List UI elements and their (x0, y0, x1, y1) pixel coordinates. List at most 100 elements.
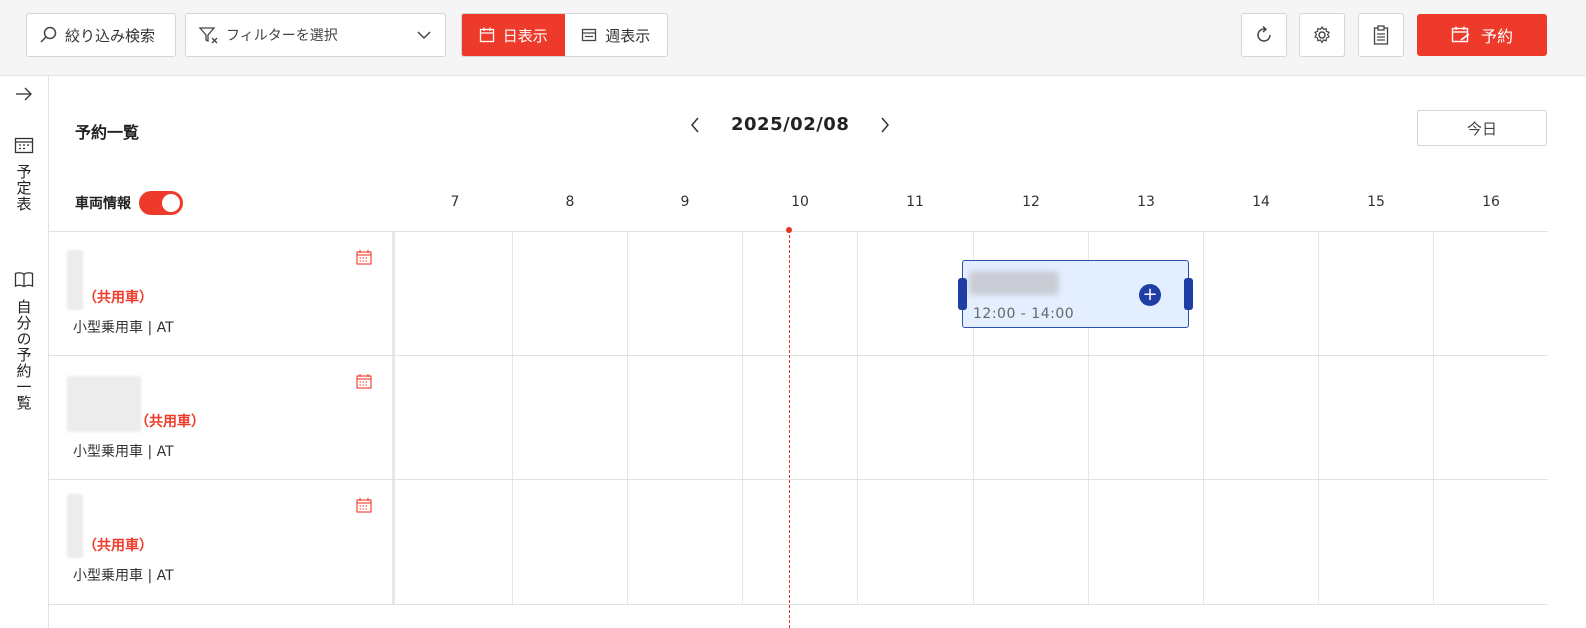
book-icon (14, 272, 34, 288)
refresh-icon (1257, 25, 1271, 42)
vehicle-type: 小型乗用車 | AT (73, 568, 174, 584)
schedule-grid: （共用車） 小型乗用車 | AT （共用車） 小型乗用車 | AT （共用車） … (49, 231, 1548, 605)
chevron-right-icon[interactable] (879, 117, 891, 133)
hour-label: 10 (791, 194, 809, 210)
settings-button[interactable] (1299, 13, 1345, 57)
vehicle-name-redacted (67, 376, 141, 432)
vehicle-name-suffix: （共用車） (83, 290, 153, 306)
grid-line (1088, 356, 1089, 480)
view-toggle: 日表示 週表示 (461, 13, 668, 57)
gear-icon (1314, 25, 1330, 44)
arrow-right-icon (16, 87, 32, 101)
grid-line (512, 232, 513, 356)
grid-line (1318, 356, 1319, 480)
chevron-down-icon (417, 31, 431, 40)
today-button[interactable]: 今日 (1417, 110, 1547, 146)
vehicle-row: （共用車） 小型乗用車 | AT (49, 231, 1548, 356)
filter-placeholder: フィルターを選択 (226, 28, 338, 44)
grid-line (973, 480, 974, 604)
calendar-icon (14, 137, 34, 154)
hour-label: 8 (565, 194, 575, 210)
vehicle-cell[interactable]: （共用車） 小型乗用車 | AT (49, 356, 395, 480)
grid-line (1203, 480, 1204, 604)
vehicle-info-label: 車両情報 (75, 196, 131, 212)
resize-handle-right[interactable] (1184, 278, 1193, 310)
booking-time: 12:00 - 14:00 (973, 306, 1075, 322)
hour-label: 12 (1022, 194, 1040, 210)
clipboard-icon (1373, 25, 1389, 45)
search-icon (40, 26, 57, 43)
day-view-button[interactable]: 日表示 (462, 14, 565, 56)
sidebar-expand-button[interactable] (0, 86, 48, 102)
date-navigator: 2025/02/08 (689, 114, 891, 135)
toggle-knob (162, 194, 180, 212)
sidebar: 予定表 自分の予約一覧 (0, 76, 49, 628)
grid-line (1433, 356, 1434, 480)
booking-block[interactable]: 12:00 - 14:00 + (958, 260, 1193, 328)
grid-line (742, 356, 743, 480)
hour-label: 9 (680, 194, 690, 210)
filter-select[interactable]: フィルターを選択 (185, 13, 446, 57)
grid-line (512, 356, 513, 480)
hour-label: 7 (450, 194, 460, 210)
clipboard-button[interactable] (1358, 13, 1404, 57)
filter-icon (198, 27, 218, 44)
vehicle-row: （共用車） 小型乗用車 | AT (49, 355, 1548, 480)
grid-line (627, 480, 628, 604)
vehicle-info-toggle-group: 車両情報 (75, 191, 183, 215)
current-date: 2025/02/08 (731, 114, 850, 135)
calendar-edit-icon (1451, 26, 1470, 43)
hour-label: 15 (1367, 194, 1385, 210)
vehicle-name-redacted (67, 250, 83, 310)
resize-handle-left[interactable] (958, 278, 967, 310)
grid-line (1088, 480, 1089, 604)
grid-line (1203, 356, 1204, 480)
add-icon[interactable]: + (1139, 284, 1161, 306)
vehicle-info-toggle[interactable] (139, 191, 183, 215)
vehicle-row: （共用車） 小型乗用車 | AT (49, 479, 1548, 605)
page-title: 予約一覧 (75, 123, 140, 142)
hour-label: 14 (1252, 194, 1270, 210)
booking-title-redacted (969, 271, 1059, 295)
grid-line (1203, 232, 1204, 356)
main-content: 予約一覧 2025/02/08 今日 車両情報 7 8 9 10 11 12 1… (49, 76, 1586, 628)
grid-line (857, 480, 858, 604)
grid-line (627, 356, 628, 480)
grid-line (627, 232, 628, 356)
search-button-label: 絞り込み検索 (65, 26, 156, 45)
day-view-label: 日表示 (502, 26, 548, 45)
grid-line (857, 356, 858, 480)
vehicle-cell[interactable]: （共用車） 小型乗用車 | AT (49, 232, 395, 356)
grid-line (1318, 480, 1319, 604)
vehicle-name-suffix: （共用車） (83, 538, 153, 554)
chevron-left-icon[interactable] (689, 117, 701, 133)
vehicle-type: 小型乗用車 | AT (73, 444, 174, 460)
grid-line (512, 480, 513, 604)
grid-line (1433, 232, 1434, 356)
sidebar-item-my-reservations[interactable]: 自分の予約一覧 (0, 271, 48, 411)
top-toolbar: 絞り込み検索 フィルターを選択 日表示 週表示 予約 (0, 0, 1586, 76)
grid-line (973, 356, 974, 480)
vehicle-type: 小型乗用車 | AT (73, 320, 174, 336)
calendar-icon (479, 27, 494, 43)
grid-line (742, 480, 743, 604)
week-calendar-icon (582, 28, 597, 42)
calendar-icon[interactable] (356, 250, 372, 265)
hour-label: 13 (1137, 194, 1155, 210)
calendar-icon[interactable] (356, 374, 372, 389)
calendar-icon[interactable] (356, 498, 372, 513)
reserve-button[interactable]: 予約 (1417, 14, 1547, 56)
vehicle-name-suffix: （共用車） (135, 414, 205, 430)
grid-line (1318, 232, 1319, 356)
current-time-line (789, 230, 790, 628)
reserve-label: 予約 (1480, 27, 1513, 46)
search-button[interactable]: 絞り込み検索 (26, 13, 176, 57)
sidebar-item-label: 予定表 (14, 164, 33, 212)
week-view-button[interactable]: 週表示 (565, 14, 668, 56)
grid-line (857, 232, 858, 356)
hour-label: 11 (906, 194, 924, 210)
vehicle-name-redacted (67, 494, 83, 558)
sidebar-item-schedule[interactable]: 予定表 (0, 136, 48, 212)
vehicle-cell[interactable]: （共用車） 小型乗用車 | AT (49, 480, 395, 604)
refresh-button[interactable] (1241, 13, 1287, 57)
